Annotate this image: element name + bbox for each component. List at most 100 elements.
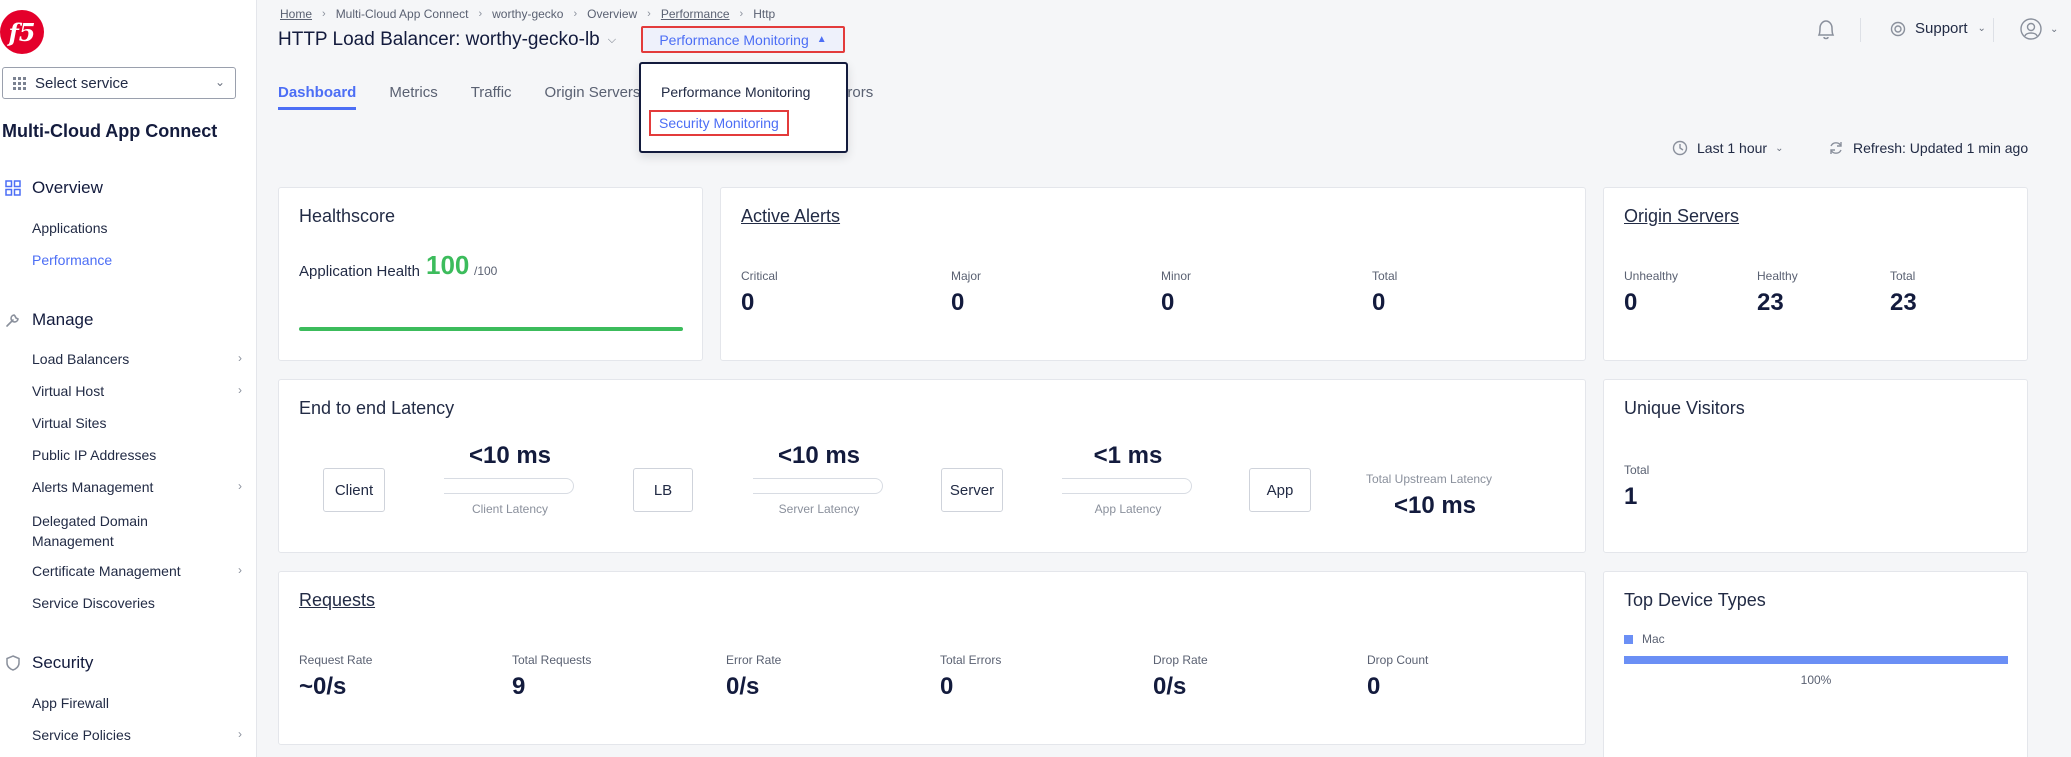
sidebar-item-certificate-management[interactable]: Certificate Management › [32,563,242,579]
select-service-dropdown[interactable]: Select service ⌄ [2,67,236,99]
header-divider [1993,18,1994,42]
health-score-value: 100 [426,250,470,280]
stat-label: Drop Count [1367,653,1429,667]
breadcrumb-home[interactable]: Home [278,7,314,21]
chevron-right-icon: › [238,563,242,577]
chevron-right-icon: › [322,8,326,20]
origin-stat-total: Total 23 [1890,269,1917,317]
sidebar-item-app-firewall[interactable]: App Firewall [32,695,242,711]
breadcrumb: Home › Multi-Cloud App Connect › worthy-… [278,7,777,21]
request-stat-drop-count: Drop Count 0 [1367,653,1428,701]
latency-value-client: <10 ms [468,442,552,469]
origin-servers-title[interactable]: Origin Servers [1624,206,1739,227]
sidebar-section-manage[interactable]: Manage [0,310,93,330]
breadcrumb-namespace: worthy-gecko [492,7,564,21]
latency-node-lb: LB [633,468,693,512]
unique-visitors-title: Unique Visitors [1624,398,1745,418]
request-stat-total-errors: Total Errors 0 [940,653,1001,701]
user-menu[interactable]: ⌄ [2020,18,2058,40]
sidebar-item-load-balancers[interactable]: Load Balancers › [32,351,242,367]
stat-label: Healthy [1757,269,1798,283]
bell-icon[interactable] [1815,18,1837,42]
legend-swatch [1624,634,1633,644]
sidebar-item-label: Service Policies [32,727,131,743]
sidebar-section-overview[interactable]: Overview [0,178,103,198]
sidebar-item-performance[interactable]: Performance [32,252,242,268]
chevron-down-icon: ⌵ [607,33,617,46]
breadcrumb-overview: Overview [587,7,638,21]
legend-label: Mac [1642,632,1665,646]
user-avatar-icon [2020,18,2042,40]
chevron-down-icon: ⌄ [214,75,225,89]
stat-value: 0 [1367,673,1381,700]
tab-dashboard[interactable]: Dashboard [278,84,357,110]
tab-origin-servers[interactable]: Origin Servers [545,84,641,110]
chevron-down-icon: ⌄ [1775,142,1784,154]
breadcrumb-http: Http [753,7,776,21]
latency-card: End to end Latency Client <10 ms Client … [278,379,1586,553]
refresh-icon [1828,140,1844,156]
sidebar-item-label: Virtual Host [32,383,105,399]
menu-item-performance-monitoring[interactable]: Performance Monitoring [661,84,810,100]
menu-item-security-monitoring[interactable]: Security Monitoring [649,110,789,136]
support-menu[interactable]: Support ⌄ [1890,20,1986,37]
requests-card: Requests Request Rate ~0/s Total Request… [278,571,1586,745]
page-title[interactable]: HTTP Load Balancer: worthy-gecko-lb ⌵ [278,29,616,51]
stat-label: Total Requests [512,653,592,667]
breadcrumb-performance[interactable]: Performance [659,7,732,21]
latency-value-app: <1 ms [1093,442,1163,469]
latency-node-app: App [1249,468,1311,512]
latency-title: End to end Latency [299,398,455,418]
sidebar-section-label: Security [32,653,94,672]
stat-value: 0 [1624,289,1638,316]
sidebar-item-virtual-host[interactable]: Virtual Host › [32,383,242,399]
upstream-latency-value: <10 ms [1393,492,1477,519]
chevron-right-icon: › [478,8,483,20]
health-score-max: /100 [474,264,498,278]
page-title-text: HTTP Load Balancer: worthy-gecko-lb [278,29,600,50]
breadcrumb-workspace: Multi-Cloud App Connect [335,7,469,21]
time-range-select[interactable]: Last 1 hour ⌄ [1672,140,1783,156]
workspace-title: Multi-Cloud App Connect [2,121,218,141]
f5-logo[interactable]: f5 [0,10,44,54]
tab-metrics[interactable]: Metrics [389,84,437,110]
latency-connector [753,478,883,494]
stat-value: 23 [1890,289,1917,316]
active-alerts-card: Active Alerts Critical 0 Major 0 Minor 0… [720,187,1586,361]
chevron-down-icon: ⌄ [2050,23,2059,35]
sidebar-item-service-policies[interactable]: Service Policies › [32,727,242,743]
wrench-icon [4,311,22,329]
upstream-latency-label: Total Upstream Latency [1366,472,1493,486]
unique-visitors-card: Unique Visitors Total 1 [1603,379,2028,553]
alert-stat-total: Total 0 [1372,269,1397,317]
stat-label: Unhealthy [1624,269,1679,283]
time-range-label: Last 1 hour [1697,140,1768,156]
chevron-right-icon: › [238,479,242,493]
stat-value: 1 [1624,483,1638,510]
device-legend: Mac [1624,632,1665,646]
sidebar-item-label: Certificate Management [32,563,181,579]
requests-title[interactable]: Requests [299,590,375,611]
stat-label: Total [1890,269,1916,283]
stat-label: Total [1372,269,1398,283]
tab-traffic[interactable]: Traffic [471,84,512,110]
monitoring-type-dropdown[interactable]: Performance Monitoring ▲ [641,26,845,53]
active-alerts-title[interactable]: Active Alerts [741,206,840,227]
select-service-label: Select service [35,74,129,92]
request-stat-total: Total Requests 9 [512,653,591,701]
sidebar-item-virtual-sites[interactable]: Virtual Sites [32,415,242,431]
request-stat-error-rate: Error Rate 0/s [726,653,781,701]
unique-visitors-total: Total 1 [1624,463,1649,511]
healthscore-title: Healthscore [299,206,396,226]
chevron-right-icon: › [238,351,242,365]
sidebar-item-service-discoveries[interactable]: Service Discoveries [32,595,242,611]
sidebar-item-public-ip-addresses[interactable]: Public IP Addresses [32,447,242,463]
sidebar-item-alerts-management[interactable]: Alerts Management › [32,479,242,495]
refresh-button[interactable]: Refresh: Updated 1 min ago [1828,140,2028,156]
sidebar-item-delegated-domain-management[interactable]: Delegated Domain Management [32,511,182,551]
refresh-label: Refresh: Updated 1 min ago [1853,140,2029,156]
sidebar-item-applications[interactable]: Applications [32,220,242,236]
alert-stat-major: Major 0 [951,269,981,317]
sidebar-section-security[interactable]: Security [0,653,93,673]
overview-icon [4,179,22,197]
